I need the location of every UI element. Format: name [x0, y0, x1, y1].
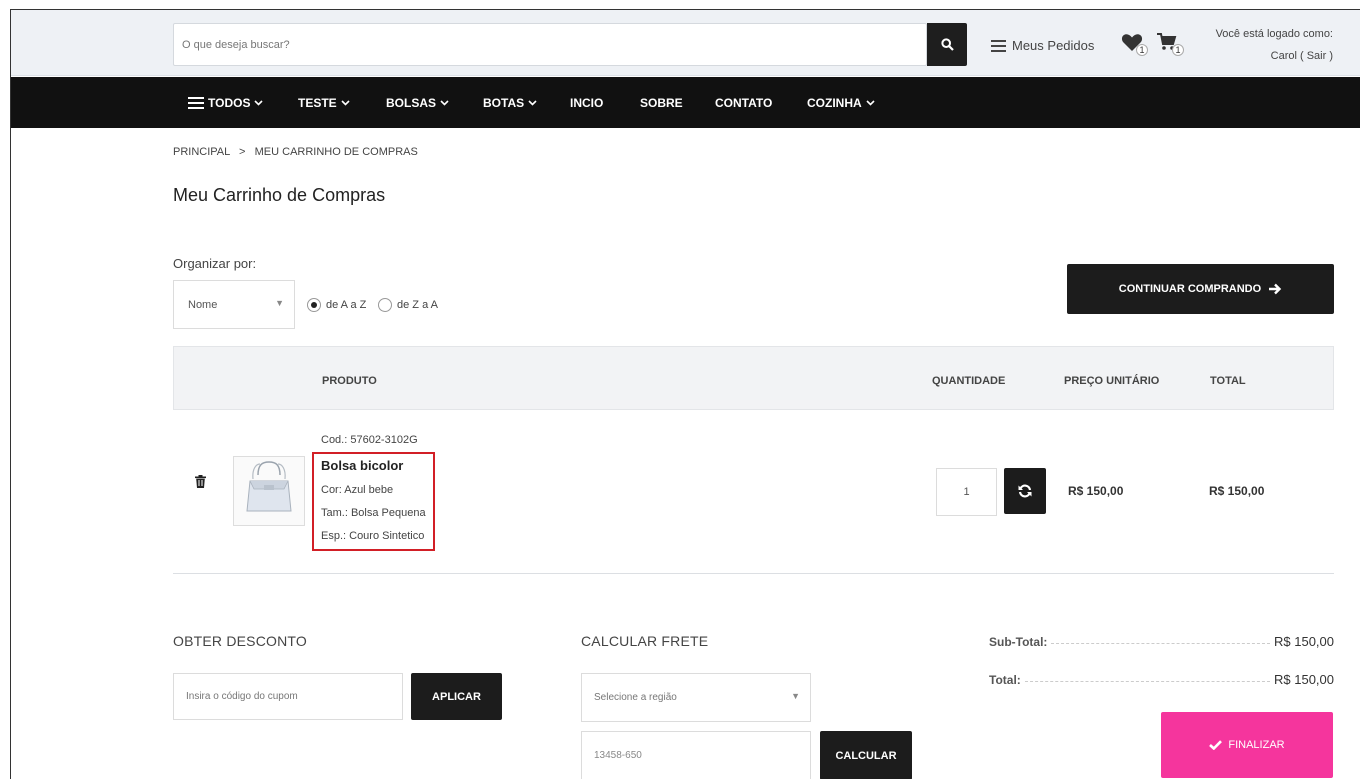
- row-total: R$ 150,00: [1209, 484, 1265, 498]
- apply-coupon-button[interactable]: APLICAR: [411, 673, 502, 720]
- nav-item-label: CONTATO: [715, 96, 773, 110]
- breadcrumb: PRINCIPAL > MEU CARRINHO DE COMPRAS: [173, 146, 418, 158]
- nav-item-contato[interactable]: CONTATO: [715, 96, 772, 110]
- total-row: Total: R$ 150,00: [989, 672, 1334, 687]
- breadcrumb-separator: >: [239, 146, 246, 158]
- product-spec: Esp.: Couro Sintetico: [321, 530, 425, 542]
- wishlist-count: 1: [1136, 44, 1148, 56]
- header-unit-price: PREÇO UNITÁRIO: [1064, 375, 1160, 387]
- product-name[interactable]: Bolsa bicolor: [321, 458, 403, 473]
- discount-title: OBTER DESCONTO: [173, 633, 308, 649]
- subtotal-row: Sub-Total: R$ 150,00: [989, 634, 1334, 649]
- radio-unchecked-icon: [378, 298, 392, 312]
- page-title: Meu Carrinho de Compras: [173, 185, 386, 205]
- product-code: Cod.: 57602-3102G: [321, 434, 418, 446]
- subtotal-label: Sub-Total:: [989, 634, 1048, 649]
- my-orders-link[interactable]: Meus Pedidos: [991, 38, 1094, 53]
- nav-item-label: BOLSAS: [386, 96, 437, 110]
- wishlist-button[interactable]: 1: [1121, 33, 1148, 56]
- sort-select[interactable]: Nome ▼: [173, 280, 295, 329]
- search-input[interactable]: O que deseja buscar?: [173, 23, 927, 66]
- nav-item-todos[interactable]: TODOS: [188, 96, 264, 110]
- coupon-input[interactable]: Insira o código do cupom: [173, 673, 403, 720]
- zip-input[interactable]: 13458-650: [581, 731, 811, 779]
- search-placeholder: O que deseja buscar?: [182, 39, 290, 51]
- cart-count: 1: [1172, 44, 1184, 56]
- nav-item-label: TODOS: [208, 96, 251, 110]
- finish-label: FINALIZAR: [1228, 739, 1285, 751]
- chevron-down-icon: [440, 100, 449, 106]
- header-quantity: QUANTIDADE: [932, 375, 1006, 387]
- divider: [173, 573, 1334, 574]
- total-label: Total:: [989, 672, 1021, 687]
- sort-label: Organizar por:: [173, 256, 257, 271]
- select-arrow-icon: ▼: [791, 691, 800, 701]
- select-arrow-icon: ▼: [275, 298, 284, 308]
- nav-item-label: COZINHA: [807, 96, 862, 110]
- radio-label: de Z a A: [397, 299, 438, 311]
- nav-item-label: TESTE: [298, 96, 337, 110]
- check-icon: [1209, 740, 1223, 750]
- quantity-input[interactable]: 1: [936, 468, 997, 516]
- arrow-right-icon: [1269, 283, 1282, 295]
- total-value: R$ 150,00: [1274, 672, 1334, 687]
- page-frame: O que deseja buscar? Meus Pedidos 1 1 Vo…: [10, 9, 1360, 779]
- menu-icon: [991, 39, 1006, 52]
- nav-item-sobre[interactable]: SOBRE: [640, 96, 683, 110]
- top-bar: O que deseja buscar? Meus Pedidos 1 1 Vo…: [11, 10, 1360, 76]
- product-color: Cor: Azul bebe: [321, 484, 394, 496]
- cart-table-header: PRODUTO QUANTIDADE PREÇO UNITÁRIO TOTAL: [173, 346, 1334, 410]
- sort-selected-value: Nome: [188, 299, 218, 311]
- search-icon: [940, 38, 954, 51]
- nav-item-botas[interactable]: BOTAS: [483, 96, 537, 110]
- my-orders-label: Meus Pedidos: [1012, 38, 1095, 53]
- continue-shopping-label: CONTINUAR COMPRANDO: [1118, 283, 1262, 295]
- remove-item-button[interactable]: [195, 475, 206, 491]
- product-size: Tam.: Bolsa Pequena: [321, 507, 426, 519]
- header-product: PRODUTO: [322, 375, 377, 387]
- nav-item-label: BOTAS: [483, 96, 525, 110]
- main-nav: TODOS TESTE BOLSAS BOTAS INCIO SOBRE CON…: [11, 77, 1360, 128]
- subtotal-value: R$ 150,00: [1274, 634, 1334, 649]
- chevron-down-icon: [528, 100, 537, 106]
- nav-item-label: INCIO: [570, 96, 604, 110]
- zip-value: 13458-650: [594, 750, 642, 761]
- login-status: Você está logado como:: [1215, 28, 1333, 40]
- update-quantity-button[interactable]: [1004, 468, 1046, 514]
- nav-item-bolsas[interactable]: BOLSAS: [386, 96, 449, 110]
- divider: [1024, 681, 1270, 682]
- refresh-icon: [1018, 484, 1032, 498]
- coupon-placeholder: Insira o código do cupom: [186, 691, 298, 702]
- region-placeholder: Selecione a região: [594, 692, 677, 703]
- sort-radio-asc[interactable]: de A a Z: [307, 298, 366, 312]
- header-total: TOTAL: [1210, 375, 1246, 387]
- cart-button[interactable]: 1: [1157, 33, 1184, 56]
- finish-order-button[interactable]: FINALIZAR: [1161, 712, 1333, 778]
- nav-item-incio[interactable]: INCIO: [570, 96, 603, 110]
- search-button[interactable]: [927, 23, 967, 66]
- menu-icon: [188, 97, 204, 109]
- shipping-title: CALCULAR FRETE: [581, 633, 709, 649]
- product-thumbnail[interactable]: [233, 456, 305, 526]
- radio-checked-icon: [307, 298, 321, 312]
- chevron-down-icon: [866, 100, 875, 106]
- nav-item-cozinha[interactable]: COZINHA: [807, 96, 875, 110]
- chevron-down-icon: [341, 100, 350, 106]
- breadcrumb-current: MEU CARRINHO DE COMPRAS: [254, 146, 418, 158]
- calculate-shipping-button[interactable]: CALCULAR: [820, 731, 912, 779]
- breadcrumb-home[interactable]: PRINCIPAL: [173, 146, 230, 158]
- region-select[interactable]: Selecione a região ▼: [581, 673, 811, 722]
- continue-shopping-button[interactable]: CONTINUAR COMPRANDO: [1067, 264, 1334, 314]
- nav-item-teste[interactable]: TESTE: [298, 96, 350, 110]
- sort-radio-desc[interactable]: de Z a A: [378, 298, 438, 312]
- handbag-image: [246, 461, 292, 512]
- divider: [1051, 643, 1270, 644]
- unit-price: R$ 150,00: [1068, 484, 1124, 498]
- radio-label: de A a Z: [326, 299, 367, 311]
- user-logout-link[interactable]: Carol ( Sair ): [1271, 50, 1333, 62]
- trash-icon: [195, 475, 206, 488]
- chevron-down-icon: [254, 100, 264, 106]
- nav-item-label: SOBRE: [640, 96, 683, 110]
